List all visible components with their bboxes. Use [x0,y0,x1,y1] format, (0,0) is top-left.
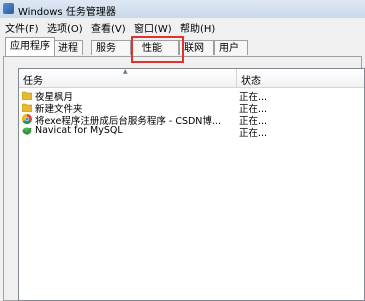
list-header: 任务 ▲ 状态 [19,68,364,88]
column-header-task[interactable]: 任务 ▲ [19,68,237,87]
task-manager-icon [3,3,14,14]
tab-applications[interactable]: 应用程序 [5,37,55,56]
folder-icon [22,103,32,112]
tab-users[interactable]: 用户 [214,40,248,55]
tab-services[interactable]: 服务 [91,40,131,55]
title-bar: Windows 任务管理器 [0,0,365,18]
list-item[interactable]: 夜星枫月 正在... [19,89,364,103]
list-item[interactable]: 新建文件夹 正在... [19,101,364,115]
task-list[interactable]: 任务 ▲ 状态 夜星枫月 正在... 新建文件夹 正在... 将exe程序注册成… [18,68,365,301]
menu-bar: 文件(F) 选项(O) 查看(V) 窗口(W) 帮助(H) [0,18,365,35]
tab-networking[interactable]: 联网 [179,40,214,55]
menu-file[interactable]: 文件(F) [5,20,39,35]
chrome-icon [22,114,32,124]
menu-window[interactable]: 窗口(W) [134,20,172,35]
list-item[interactable]: Navicat for MySQL 正在... [19,125,364,139]
highlight-annotation [131,36,184,63]
folder-icon [22,91,32,100]
navicat-icon [22,127,32,135]
sort-arrow-icon: ▲ [123,68,128,75]
menu-options[interactable]: 选项(O) [47,20,83,35]
menu-view[interactable]: 查看(V) [91,20,126,35]
tab-processes[interactable]: 进程 [53,40,83,55]
column-header-status[interactable]: 状态 [237,69,364,87]
list-item[interactable]: 将exe程序注册成后台服务程序 - CSDN博... 正在... [19,113,364,127]
window-title: Windows 任务管理器 [18,7,116,18]
menu-help[interactable]: 帮助(H) [180,20,215,35]
